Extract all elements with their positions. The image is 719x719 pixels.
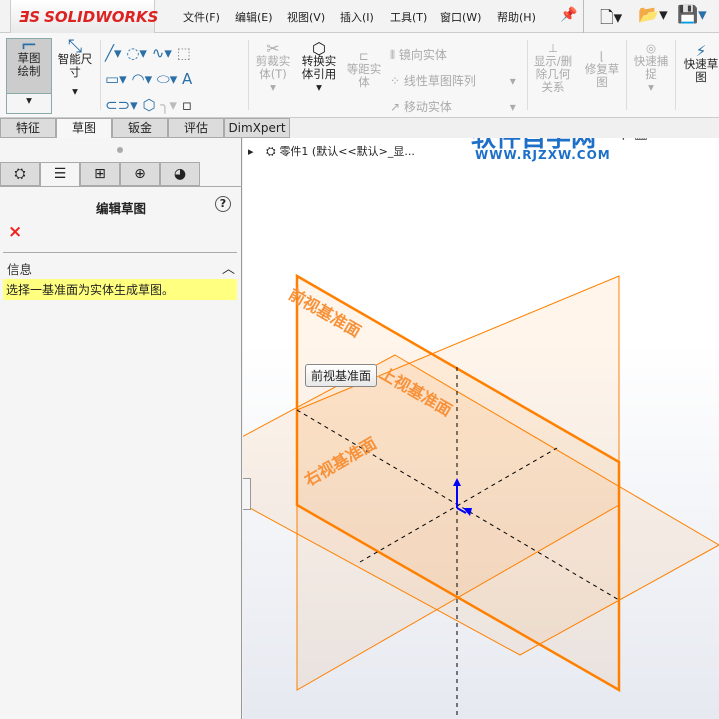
render-tools-icon[interactable]: ✎ xyxy=(653,138,666,142)
point-grid-icon[interactable]: ⬚ xyxy=(177,44,191,62)
ellipse-icon[interactable]: ⬭▾ xyxy=(157,70,177,88)
menu-insert[interactable]: 插入(I) xyxy=(340,9,374,25)
pin-icon[interactable]: 📌 xyxy=(560,7,577,23)
ds-logo-icon: ƎS xyxy=(19,7,41,26)
arc-icon[interactable]: ◠▾ xyxy=(131,70,152,88)
smart-dimension-button[interactable]: ⤡ 智能尺寸 ▾ xyxy=(55,38,95,98)
new-file-icon[interactable]: 🗋▾ xyxy=(600,5,622,34)
tab-dimxpert[interactable]: DimXpert xyxy=(224,118,290,138)
spline-icon[interactable]: ∿▾ xyxy=(152,44,172,62)
section-view-icon[interactable]: ⚲ xyxy=(618,138,629,142)
configuration-icon: ⊞ xyxy=(94,166,106,182)
fillet-icon[interactable]: ╮▾ xyxy=(160,96,177,114)
menu-view[interactable]: 视图(V) xyxy=(287,9,325,25)
feature-tree-tab[interactable]: ⛭ xyxy=(0,162,40,186)
move-entities-button[interactable]: ↗ 移动实体 ▾ xyxy=(390,94,516,120)
part-icon: ⛭ xyxy=(266,144,276,158)
property-list-icon: ☰ xyxy=(53,166,67,182)
display-style-icon[interactable]: ▥ xyxy=(634,138,648,142)
part-icon: ⛭ xyxy=(14,166,26,182)
menu-edit[interactable]: 编辑(E) xyxy=(235,9,273,25)
graphics-area[interactable]: ▸ ⛭ 零件1 (默认<<默认>_显... 软件自学网 WWW.RJZXW.CO… xyxy=(243,138,719,719)
display-manager-tab[interactable]: ◕ xyxy=(160,162,200,186)
menu-help[interactable]: 帮助(H) xyxy=(497,9,536,25)
menu-file[interactable]: 文件(F) xyxy=(183,9,220,25)
plane-tooltip: 前视基准面 xyxy=(305,364,378,387)
panel-title: 编辑草图 xyxy=(95,201,146,216)
solidworks-logo[interactable]: ƎS SOLIDWORKS xyxy=(10,0,158,34)
collapse-chevron-icon[interactable]: ︿ xyxy=(222,258,235,277)
cancel-button[interactable]: × xyxy=(8,222,22,242)
panel-collapse-handle[interactable] xyxy=(243,478,251,510)
line-icon[interactable]: ╱▾ xyxy=(105,44,122,62)
tab-sheet-metal[interactable]: 钣金 xyxy=(112,118,168,138)
tree-expand-arrow-icon[interactable]: ▸ xyxy=(248,145,254,158)
polygon-icon[interactable]: ⬡ xyxy=(142,96,155,114)
title-bar: ƎS SOLIDWORKS 文件(F) 编辑(E) 视图(V) 插入(I) 工具(… xyxy=(0,0,719,34)
trim-button[interactable]: ✂ 剪裁实体(T) ▾ xyxy=(252,41,294,94)
property-manager: ⛭ ☰ ⊞ ⊕ ◕ 编辑草图 ? × 信息 ︿ 选择一基准面为实体生成草图。 xyxy=(0,138,242,719)
offset-button[interactable]: ⊏ 等距实体 xyxy=(344,50,384,89)
mirror-pattern-group: ⫴ 镜向实体 ⁘ 线性草图阵列 ▾ ↗ 移动实体 ▾ xyxy=(390,42,516,120)
repair-sketch-button[interactable]: ⌊ 修复草图 xyxy=(580,50,624,89)
watermark-url: WWW.RJZXW.COM xyxy=(475,148,611,162)
part-tree-item[interactable]: ⛭ 零件1 (默认<<默认>_显... xyxy=(266,143,415,159)
info-message: 选择一基准面为实体生成草图。 xyxy=(3,279,237,300)
crosshair-icon: ⊕ xyxy=(134,166,146,182)
tab-features[interactable]: 特征 xyxy=(0,118,56,138)
configuration-tab[interactable]: ⊞ xyxy=(80,162,120,186)
point-icon[interactable]: ▫ xyxy=(182,96,192,114)
tab-sketch[interactable]: 草图 xyxy=(56,118,112,138)
open-file-icon[interactable]: 📂▾ xyxy=(638,5,668,25)
linear-pattern-button[interactable]: ⁘ 线性草图阵列 ▾ xyxy=(390,68,516,94)
splitter-handle[interactable] xyxy=(117,147,123,153)
sketch-button[interactable]: ⌐ 草图绘制 ▾ xyxy=(6,35,52,114)
color-ball-icon: ◕ xyxy=(173,166,187,182)
planes-view xyxy=(243,273,719,719)
view-toolbar: ⚲ ▥ ✎ xyxy=(618,138,665,142)
mirror-button[interactable]: ⫴ 镜向实体 xyxy=(390,42,516,68)
tab-evaluate[interactable]: 评估 xyxy=(168,118,224,138)
convert-entities-button[interactable]: ⬡ 转换实体引用 ▾ xyxy=(298,41,340,94)
dimxpert-tab[interactable]: ⊕ xyxy=(120,162,160,186)
slot-icon[interactable]: ⊂⊃▾ xyxy=(105,96,138,114)
quick-snap-button[interactable]: ◎ 快速捕捉 ▾ xyxy=(630,42,672,94)
menu-window[interactable]: 窗口(W) xyxy=(440,9,481,25)
help-button[interactable]: ? xyxy=(215,196,231,212)
text-icon[interactable]: A xyxy=(182,70,192,88)
section-header-info[interactable]: 信息 xyxy=(7,259,32,278)
property-manager-tab[interactable]: ☰ xyxy=(40,162,80,186)
command-tabs: 特征 草图 钣金 评估 DimXpert xyxy=(0,118,290,138)
save-icon[interactable]: 💾▾ xyxy=(677,5,707,25)
rapid-sketch-button[interactable]: ⚡ 快速草图 xyxy=(679,44,719,84)
menu-tools[interactable]: 工具(T) xyxy=(390,9,427,25)
circle-icon[interactable]: ◌▾ xyxy=(126,44,147,62)
show-delete-relations-button[interactable]: ⊥ 显示/删除几何关系 xyxy=(531,42,575,94)
sketch-tools-grid: ╱▾ ◌▾ ∿▾ ⬚ ▭▾ ◠▾ ⬭▾ A ⊂⊃▾ ⬡ ╮▾ ▫ xyxy=(105,40,192,118)
rectangle-icon[interactable]: ▭▾ xyxy=(105,70,127,88)
